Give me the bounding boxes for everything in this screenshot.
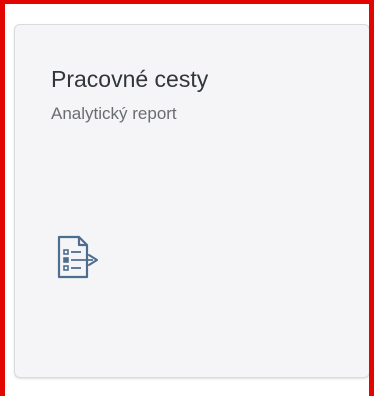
- report-list-icon: [53, 233, 105, 285]
- tile-subtitle: Analytický report: [51, 104, 177, 123]
- app-tile[interactable]: Pracovné cesty Analytický report: [14, 24, 370, 378]
- tile-title: Pracovné cesty: [51, 66, 209, 92]
